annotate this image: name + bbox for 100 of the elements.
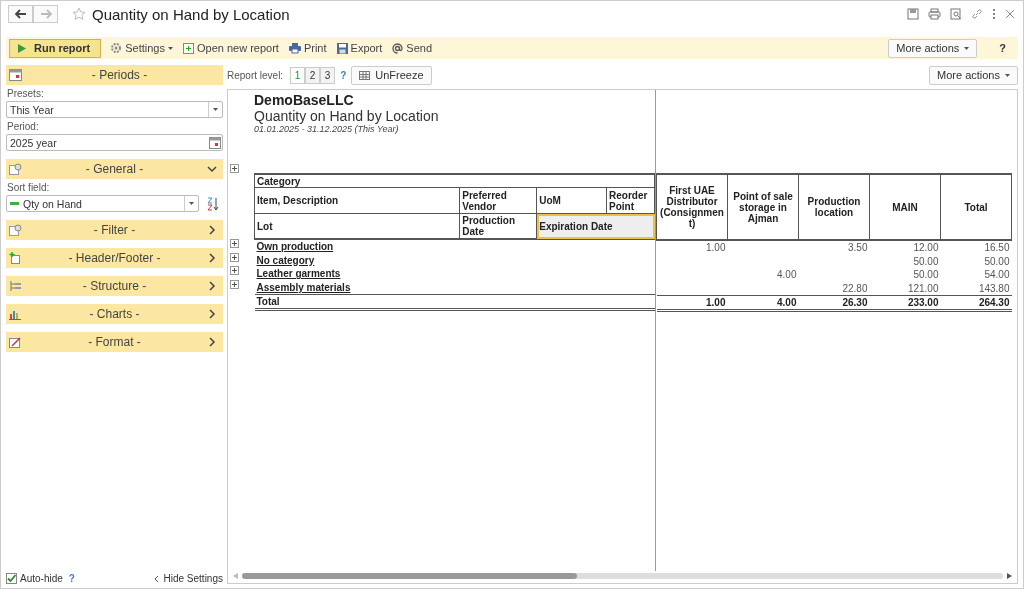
expand-icon[interactable] (230, 252, 239, 262)
table-cell: 3.50 (848, 242, 868, 254)
more-actions-button[interactable]: More actions (888, 38, 978, 58)
toolbar-button[interactable]: Send (391, 42, 434, 54)
preview-icon[interactable] (950, 8, 962, 20)
pencil-icon (9, 336, 22, 348)
column-header[interactable]: MAIN (869, 174, 941, 240)
section-header[interactable]: - Charts - (6, 304, 223, 324)
column-header[interactable]: Lot (254, 213, 460, 239)
calendar-icon (9, 69, 22, 81)
right-arrow-icon (39, 9, 52, 19)
column-header[interactable]: First UAE Distributor (Consignmen t) (656, 174, 728, 240)
table-cell: 143.80 (978, 282, 1010, 294)
chevron-left-icon (153, 574, 159, 583)
column-header[interactable]: Point of sale storage in Ajman (727, 174, 799, 240)
print-icon[interactable] (928, 8, 941, 20)
tree-icon (9, 280, 22, 292)
table-cell: 54.00 (984, 269, 1010, 281)
total-cell: 233.00 (907, 297, 939, 308)
section-header[interactable]: - Periods - (6, 65, 223, 85)
at-icon (392, 42, 404, 54)
dropdown-field[interactable]: This Year (6, 101, 223, 118)
column-header[interactable]: UoM (536, 187, 607, 214)
page-icon (9, 252, 22, 264)
expand-icon[interactable] (230, 239, 239, 249)
category-link[interactable]: Leather garments (256, 268, 341, 280)
section-header[interactable]: - General - (6, 159, 223, 179)
total-cell: 4.00 (777, 297, 797, 308)
run-report-button[interactable]: Run report (9, 38, 102, 58)
table-cell: 22.80 (842, 282, 868, 294)
close-icon[interactable] (1005, 9, 1015, 19)
column-header[interactable]: Category (254, 174, 655, 188)
company-name: DemoBaseLLC (254, 91, 355, 108)
table-cell: 121.00 (907, 282, 939, 294)
chart-icon (9, 308, 22, 320)
save-icon[interactable] (907, 8, 919, 20)
print-icon (288, 42, 301, 54)
table-cell: 12.00 (913, 242, 939, 254)
unfreeze-button[interactable]: UnFreeze (351, 65, 432, 85)
calendar-icon[interactable] (209, 136, 221, 149)
date-field[interactable]: 2025 year (6, 134, 223, 151)
category-link[interactable]: No category (256, 254, 315, 266)
dropdown-field[interactable]: Qty on Hand (6, 195, 199, 212)
section-header[interactable]: - Filter - (6, 220, 223, 240)
scroll-right-icon[interactable] (1007, 573, 1012, 579)
total-cell: 1.00 (706, 297, 726, 308)
grid-icon (359, 70, 371, 80)
help-link[interactable]: ? (68, 573, 75, 584)
section-header[interactable]: - Format - (6, 332, 223, 352)
table-cell: 50.00 (984, 255, 1010, 267)
toolbar-button[interactable]: Open new report (182, 42, 280, 54)
field-label: Presets: (7, 88, 45, 99)
expand-icon[interactable] (230, 266, 239, 276)
column-header[interactable]: Item, Description (254, 187, 460, 214)
table-cell: 1.00 (706, 242, 726, 254)
more-icon[interactable] (992, 8, 996, 20)
table-cell: 50.00 (913, 269, 939, 281)
caret-icon[interactable] (189, 202, 194, 205)
more-actions-button[interactable]: More actions (929, 65, 1018, 85)
category-link[interactable]: Own production (256, 241, 334, 253)
link-icon[interactable] (971, 8, 983, 20)
column-header[interactable]: Preferred Vendor (459, 187, 537, 214)
checkbox-icon (6, 573, 17, 584)
field-label: Period: (7, 121, 40, 132)
toolbar-button[interactable]: Export (335, 42, 384, 54)
settings-dropdown[interactable]: Settings (109, 42, 174, 54)
auto-hide-checkbox[interactable]: Auto-hide (6, 573, 63, 584)
report-title: Quantity on Hand by Location (254, 108, 440, 124)
category-link[interactable]: Assembly materials (256, 281, 351, 293)
expand-icon[interactable] (230, 279, 239, 289)
help-link[interactable]: ? (340, 69, 347, 81)
caret-icon (964, 46, 970, 50)
table-cell: 50.00 (913, 255, 939, 267)
star-icon[interactable] (72, 7, 86, 21)
field-label: Sort field: (7, 182, 51, 193)
column-header[interactable]: Total (940, 174, 1012, 240)
save-icon (336, 42, 348, 54)
new-window-icon (183, 42, 194, 54)
sort-icon[interactable] (207, 196, 219, 211)
section-header[interactable]: - Header/Footer - (6, 248, 223, 268)
caret-icon[interactable] (213, 108, 218, 111)
column-header[interactable]: Expiration Date (536, 213, 655, 239)
level-button[interactable]: 2 (305, 66, 321, 84)
section-header[interactable]: - Structure - (6, 276, 223, 296)
column-header[interactable]: Reorder Point (606, 187, 655, 214)
left-arrow-icon (14, 9, 27, 19)
total-cell: 264.30 (978, 297, 1010, 308)
window-title: Quantity on Hand by Location (92, 5, 290, 23)
help-button[interactable]: ? (993, 41, 1012, 55)
minus-icon (10, 202, 19, 205)
level-button[interactable]: 1 (290, 66, 306, 84)
hide-settings-button[interactable]: Hide Settings (153, 573, 223, 584)
report-period: 01.01.2025 - 31.12.2025 (This Year) (254, 124, 400, 134)
expand-icon[interactable] (230, 164, 239, 173)
back-button[interactable] (8, 5, 33, 23)
column-header[interactable]: Production location (798, 174, 870, 240)
caret-icon (1005, 73, 1010, 77)
report-level-label: Report level: (227, 69, 284, 81)
toolbar-button[interactable]: Print (287, 42, 328, 54)
level-button[interactable]: 3 (320, 66, 336, 84)
